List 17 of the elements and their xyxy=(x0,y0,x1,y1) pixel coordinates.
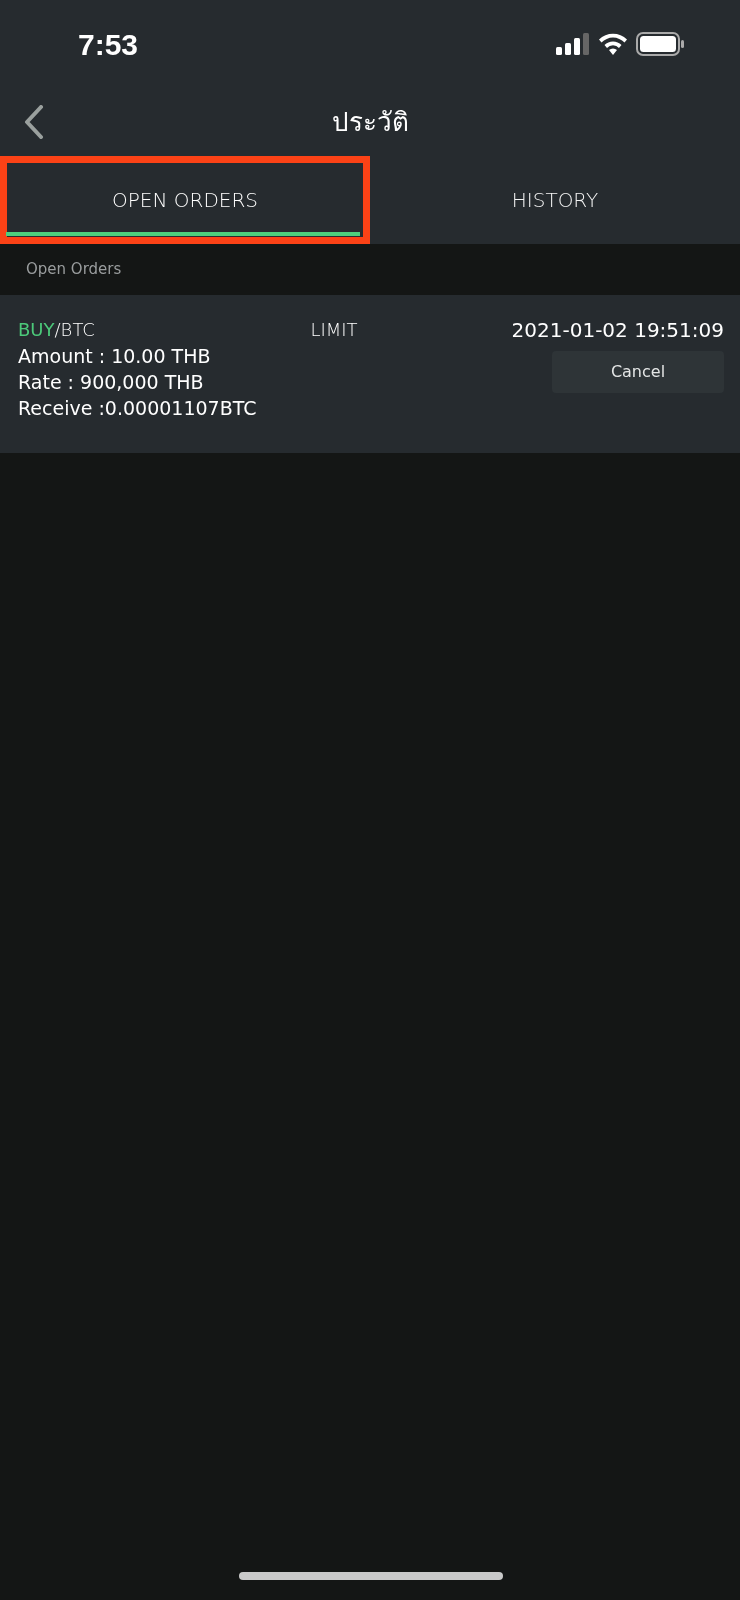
battery-icon xyxy=(636,32,684,56)
order-detail: Rate : 900,000 THB xyxy=(18,370,205,395)
section-label: Open Orders xyxy=(25,259,123,280)
order-datetime: 2021-01-02 19:51:09 xyxy=(511,317,724,343)
tab[interactable]: HISTORY xyxy=(370,156,740,244)
signal-icon xyxy=(556,33,590,55)
status-time: 7:53 xyxy=(78,26,139,63)
order-type: LIMIT xyxy=(310,318,358,342)
back-icon[interactable] xyxy=(24,105,44,139)
order-pair: /BTC xyxy=(54,319,95,340)
order-side: BUY xyxy=(18,319,55,340)
wifi-icon xyxy=(598,33,628,55)
order-detail: Receive :0.00001107BTC xyxy=(18,396,257,421)
order-detail: Amount : 10.00 THB xyxy=(18,344,212,369)
tab[interactable]: OPEN ORDERS xyxy=(0,156,370,244)
cancel-button[interactable]: Cancel xyxy=(552,351,724,393)
page-title: ประวัติ xyxy=(331,105,409,139)
